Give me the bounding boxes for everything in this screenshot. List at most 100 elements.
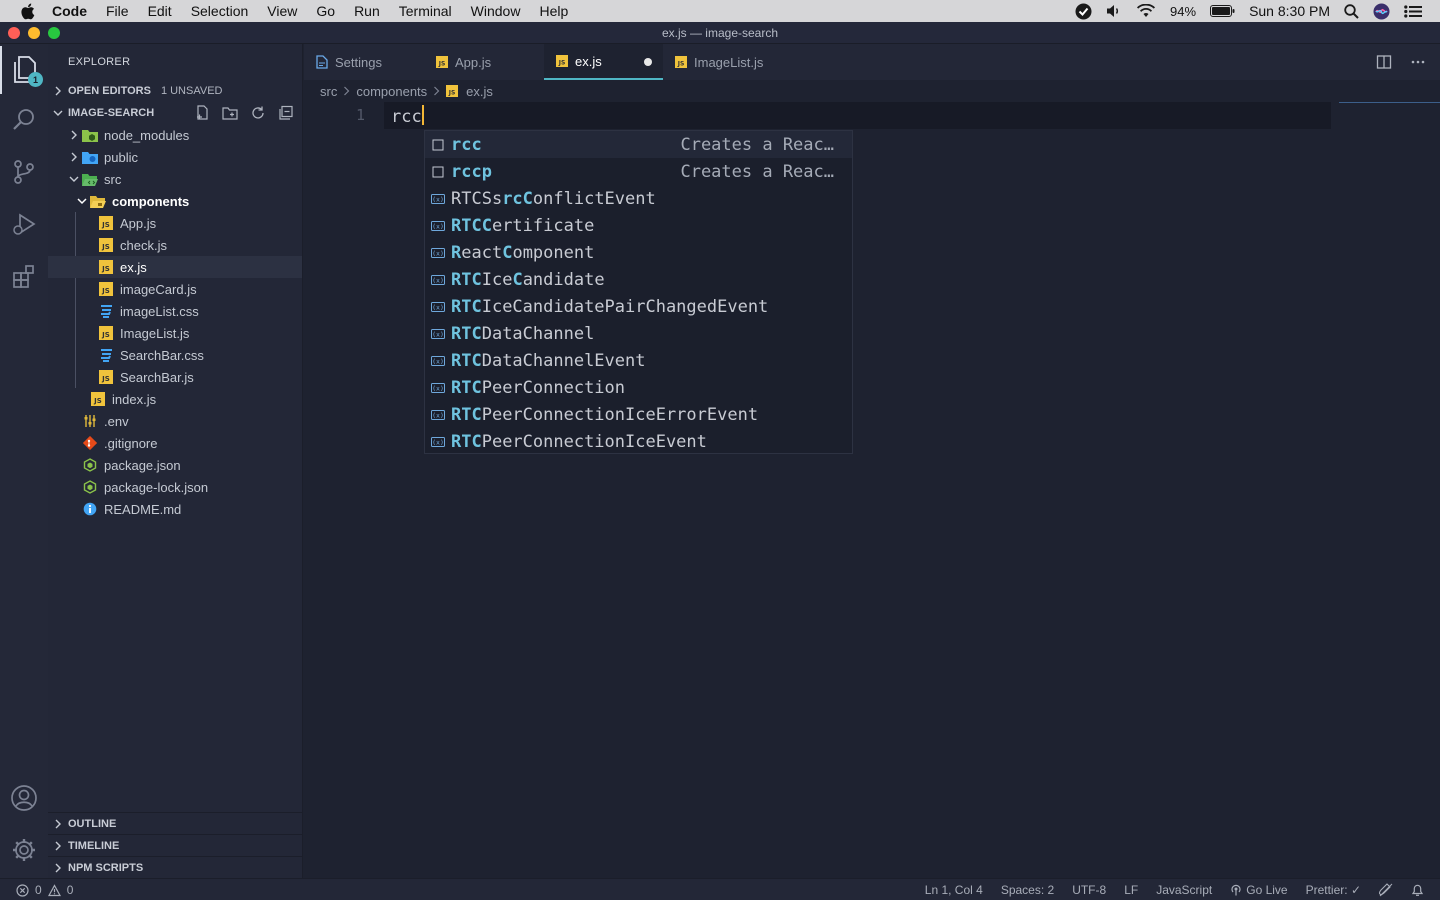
suggestion-label: ReactComponent xyxy=(451,243,594,263)
vpn-check-icon[interactable] xyxy=(1075,3,1092,20)
timeline-section[interactable]: TIMELINE xyxy=(48,834,303,856)
tab-app-js[interactable]: JS App.js xyxy=(424,44,544,80)
tree-file-readme-md[interactable]: README.md xyxy=(48,498,302,520)
menu-terminal[interactable]: Terminal xyxy=(399,3,452,19)
tree-file-package-json[interactable]: package.json xyxy=(48,454,302,476)
code-line[interactable]: rcc xyxy=(391,105,424,127)
more-actions-icon[interactable] xyxy=(1410,54,1426,70)
apple-icon[interactable] xyxy=(20,3,36,20)
suggestion-item[interactable]: (x) RTCPeerConnection xyxy=(425,374,852,401)
tree-folder-node-modules[interactable]: node_modules xyxy=(48,124,302,146)
suggestion-item[interactable]: rccp Creates a Reac… xyxy=(425,158,852,185)
close-window-button[interactable] xyxy=(8,27,20,39)
current-line-highlight xyxy=(384,102,1331,129)
suggestion-item[interactable]: (x) RTCSsrcConflictEvent xyxy=(425,185,852,212)
project-section[interactable]: IMAGE-SEARCH xyxy=(48,102,302,124)
menu-selection[interactable]: Selection xyxy=(191,3,249,19)
suggestion-item[interactable]: (x) RTCPeerConnectionIceErrorEvent xyxy=(425,401,852,428)
suggestion-item[interactable]: (x) RTCPeerConnectionIceEvent xyxy=(425,428,852,455)
breadcrumb-file[interactable]: ex.js xyxy=(466,84,493,99)
menu-file[interactable]: File xyxy=(106,3,129,19)
breadcrumb-components[interactable]: components xyxy=(356,84,427,99)
outline-section[interactable]: OUTLINE xyxy=(48,812,303,834)
battery-icon[interactable] xyxy=(1210,5,1235,17)
activity-explorer[interactable]: 1 xyxy=(0,46,48,94)
activity-run-debug[interactable] xyxy=(0,200,48,248)
language-mode[interactable]: JavaScript xyxy=(1156,883,1212,897)
suggestion-item[interactable]: rcc Creates a Reac… xyxy=(425,131,852,158)
activity-search[interactable] xyxy=(0,96,48,144)
unsaved-dot-icon[interactable] xyxy=(644,58,652,66)
open-editors-section[interactable]: OPEN EDITORS 1 UNSAVED xyxy=(48,80,302,102)
spotlight-search-icon[interactable] xyxy=(1344,3,1359,19)
tree-file-package-lock-json[interactable]: package-lock.json xyxy=(48,476,302,498)
tree-folder-src[interactable]: src xyxy=(48,168,302,190)
suggestion-item[interactable]: (x) RTCCertificate xyxy=(425,212,852,239)
tab-imagelist-js[interactable]: JS ImageList.js xyxy=(663,44,793,80)
problems-indicator[interactable]: 0 0 xyxy=(16,883,73,897)
menu-help[interactable]: Help xyxy=(539,3,568,19)
tab-settings[interactable]: Settings xyxy=(304,44,424,80)
notification-center-icon[interactable] xyxy=(1404,4,1422,18)
tree-file-index-js[interactable]: JS index.js xyxy=(48,388,302,410)
activity-manage[interactable] xyxy=(0,826,48,874)
match-highlight: RTC xyxy=(451,350,482,371)
collapse-all-icon[interactable] xyxy=(278,105,294,121)
suggestion-item[interactable]: (x) ReactComponent xyxy=(425,239,852,266)
tree-file-imagecard-js[interactable]: JS imageCard.js xyxy=(48,278,302,300)
variable-icon: (x) xyxy=(429,220,447,231)
menu-view[interactable]: View xyxy=(267,3,297,19)
tree-folder-public[interactable]: public xyxy=(48,146,302,168)
feedback-icon[interactable] xyxy=(1379,883,1393,897)
activity-extensions[interactable] xyxy=(0,252,48,300)
chevron-right-icon xyxy=(48,841,68,851)
tree-file-searchbar-js[interactable]: JS SearchBar.js xyxy=(48,366,302,388)
tree-file-imagelist-js[interactable]: JS ImageList.js xyxy=(48,322,302,344)
suggestion-label: RTCPeerConnection xyxy=(451,378,625,398)
tree-file-imagelist-css[interactable]: imageList.css xyxy=(48,300,302,322)
prettier-status[interactable]: Prettier: ✓ xyxy=(1306,883,1361,897)
match-highlight: R xyxy=(451,242,462,263)
minimap-slider[interactable] xyxy=(1339,102,1440,103)
menubar-clock[interactable]: Sun 8:30 PM xyxy=(1249,3,1330,19)
activity-accounts[interactable] xyxy=(0,774,48,822)
npm-scripts-section[interactable]: NPM SCRIPTS xyxy=(48,856,303,878)
suggestion-item[interactable]: (x) RTCDataChannelEvent xyxy=(425,347,852,374)
split-editor-icon[interactable] xyxy=(1376,54,1392,70)
tree-file-app-js[interactable]: JS App.js xyxy=(48,212,302,234)
menu-edit[interactable]: Edit xyxy=(148,3,172,19)
menu-code[interactable]: Code xyxy=(52,3,87,19)
line-number: 1 xyxy=(356,106,366,124)
bell-icon[interactable] xyxy=(1411,883,1424,897)
tab-ex-js[interactable]: JS ex.js xyxy=(544,44,663,80)
indentation[interactable]: Spaces: 2 xyxy=(1001,883,1054,897)
refresh-icon[interactable] xyxy=(250,105,266,121)
tree-file-check-js[interactable]: JS check.js xyxy=(48,234,302,256)
tree-file-searchbar-css[interactable]: SearchBar.css xyxy=(48,344,302,366)
menu-run[interactable]: Run xyxy=(354,3,380,19)
zoom-window-button[interactable] xyxy=(48,27,60,39)
menu-go[interactable]: Go xyxy=(316,3,335,19)
suggestion-item[interactable]: (x) RTCIceCandidate xyxy=(425,266,852,293)
tree-file-gitignore[interactable]: .gitignore xyxy=(48,432,302,454)
tree-file-env[interactable]: .env xyxy=(48,410,302,432)
siri-icon[interactable] xyxy=(1373,3,1390,20)
encoding[interactable]: UTF-8 xyxy=(1072,883,1106,897)
suggestion-item[interactable]: (x) RTCIceCandidatePairChangedEvent xyxy=(425,293,852,320)
new-folder-icon[interactable] xyxy=(222,105,238,121)
breadcrumb-src[interactable]: src xyxy=(320,84,337,99)
menu-window[interactable]: Window xyxy=(471,3,521,19)
go-live-button[interactable]: Go Live xyxy=(1230,883,1288,897)
cursor-position[interactable]: Ln 1, Col 4 xyxy=(925,883,983,897)
new-file-icon[interactable] xyxy=(194,105,210,121)
tree-folder-components[interactable]: components xyxy=(48,190,302,212)
activity-source-control[interactable] xyxy=(0,148,48,196)
tree-file-ex-js[interactable]: JS ex.js xyxy=(48,256,302,278)
suggestion-item[interactable]: (x) RTCDataChannel xyxy=(425,320,852,347)
svg-text:JS: JS xyxy=(558,60,566,67)
end-of-line[interactable]: LF xyxy=(1124,883,1138,897)
status-bar: 0 0 Ln 1, Col 4 Spaces: 2 UTF-8 LF JavaS… xyxy=(0,878,1440,900)
wifi-icon[interactable] xyxy=(1136,4,1156,18)
volume-icon[interactable] xyxy=(1106,4,1122,18)
minimize-window-button[interactable] xyxy=(28,27,40,39)
